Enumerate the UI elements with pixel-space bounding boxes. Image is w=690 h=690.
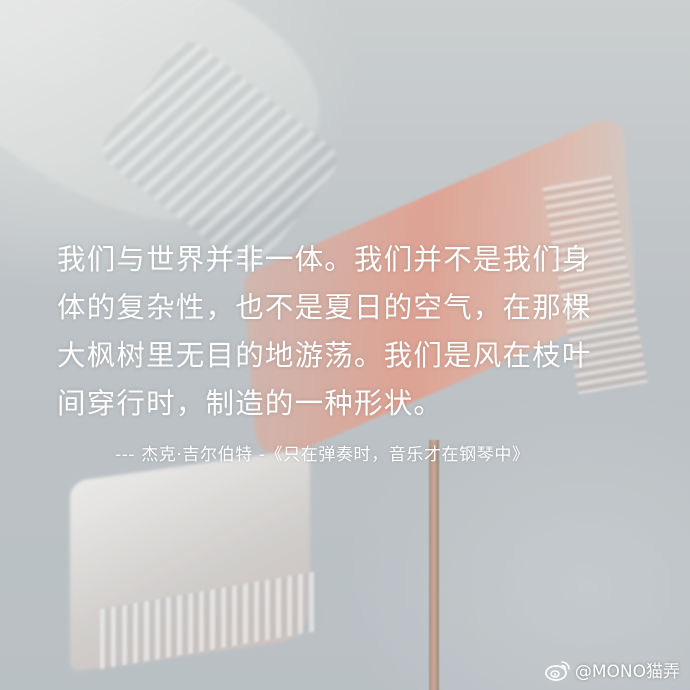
quote-text: 我们与世界并非一体。我们并不是我们身 体的复杂性，也不是夏日的空气，在那棵 大枫…: [57, 236, 657, 428]
quote-line: 体的复杂性，也不是夏日的空气，在那棵: [57, 291, 592, 324]
quote-attribution: --- 杰克·吉尔伯特 -《只在弹奏时，音乐才在钢琴中》: [115, 445, 530, 465]
quote-line: 我们与世界并非一体。我们并不是我们身: [57, 243, 592, 276]
watermark-handle: @MONO猫弄: [574, 662, 680, 682]
quote-line: 大枫树里无目的地游荡。我们是风在枝叶: [57, 339, 592, 372]
quote-line: 间穿行时，制造的一种形状。: [57, 387, 444, 420]
weibo-icon: [544, 659, 571, 681]
weibo-watermark: @MONO猫弄: [544, 657, 680, 682]
